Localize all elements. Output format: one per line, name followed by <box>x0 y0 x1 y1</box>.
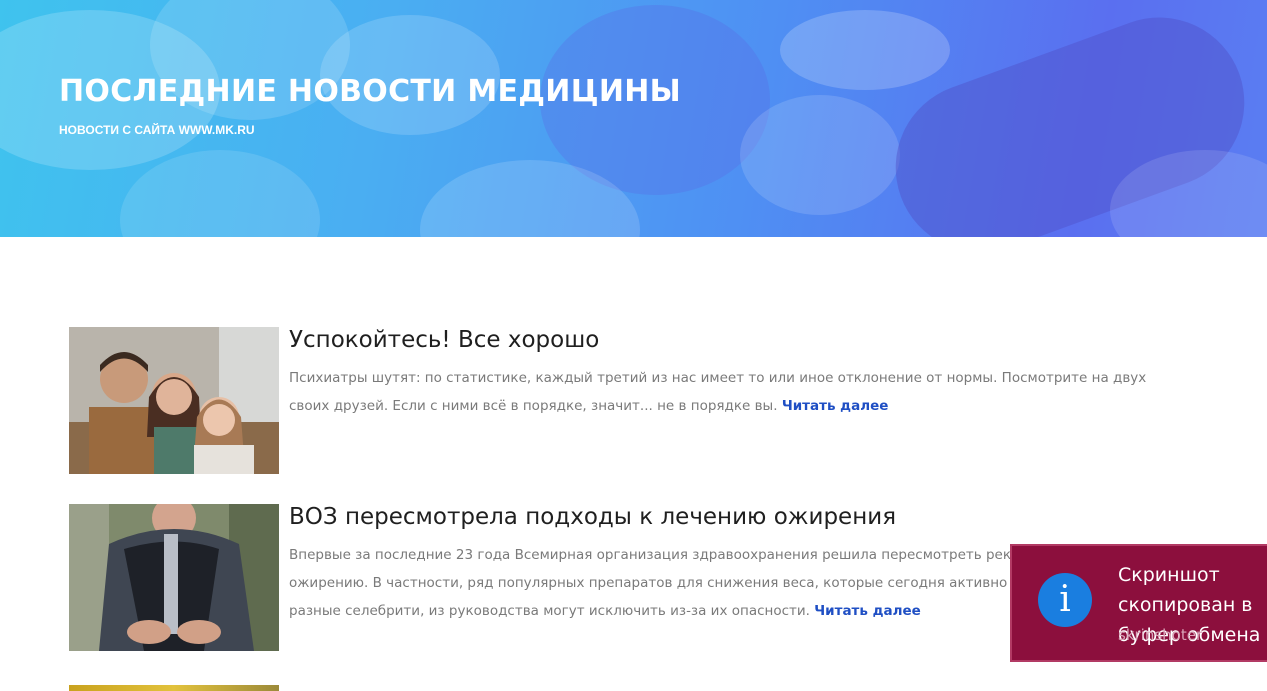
info-icon: i <box>1038 573 1092 627</box>
pill-decoration <box>740 95 900 215</box>
family-photo <box>69 327 279 474</box>
article-title[interactable]: Успокойтесь! Все хорошо <box>289 327 599 353</box>
article-thumbnail[interactable] <box>69 685 279 691</box>
page-title: ПОСЛЕДНИЕ НОВОСТИ МЕДИЦИНЫ <box>59 74 682 109</box>
article-item: Успокойтесь! Все хорошо Психиатры шутят:… <box>69 327 1169 474</box>
article-excerpt: Психиатры шутят: по статистике, каждый т… <box>289 364 1149 420</box>
notification-app-name: skrinshoter <box>1118 626 1203 644</box>
read-more-link[interactable]: Читать далее <box>782 398 889 414</box>
article-excerpt-text: Психиатры шутят: по статистике, каждый т… <box>289 370 1147 414</box>
article-item: ВОЗ пересмотрела подходы к лечению ожире… <box>69 504 1169 651</box>
hero-banner: ПОСЛЕДНИЕ НОВОСТИ МЕДИЦИНЫ НОВОСТИ С САЙ… <box>0 0 1267 237</box>
screenshot-notification[interactable]: i Скриншот скопирован в буфер обмена skr… <box>1010 544 1267 662</box>
page-subtitle: НОВОСТИ С САЙТА WWW.MK.RU <box>59 123 255 137</box>
article-item <box>69 685 1169 691</box>
pill-decoration <box>780 10 950 90</box>
article-title[interactable]: ВОЗ пересмотрела подходы к лечению ожире… <box>289 504 896 530</box>
article-thumbnail[interactable] <box>69 504 279 651</box>
read-more-link[interactable]: Читать далее <box>814 603 921 619</box>
article-excerpt-text: Впервые за последние 23 года Всемирная о… <box>289 547 1113 619</box>
pill-decoration <box>120 150 320 237</box>
article-thumbnail[interactable] <box>69 327 279 474</box>
person-photo <box>69 504 279 651</box>
